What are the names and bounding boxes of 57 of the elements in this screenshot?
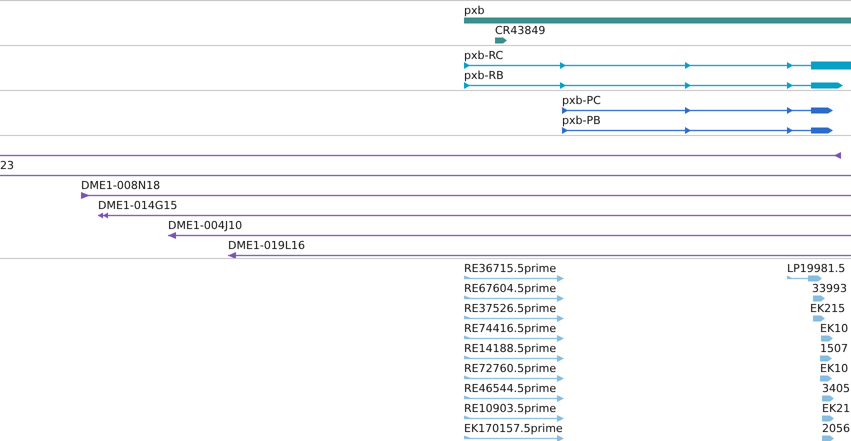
feature-label: 1507 bbox=[820, 342, 848, 354]
feature-label: RE37526.5prime bbox=[464, 302, 556, 314]
feature-label: RE10903.5prime bbox=[464, 402, 556, 414]
est-glyph[interactable] bbox=[464, 415, 564, 422]
feature-label: pxb-PB bbox=[562, 114, 601, 126]
transcript-glyph[interactable] bbox=[464, 62, 851, 70]
clone-glyph[interactable] bbox=[0, 152, 841, 159]
gene-glyph[interactable] bbox=[495, 38, 507, 44]
est-glyph[interactable] bbox=[813, 316, 825, 322]
feature-label: CR43849 bbox=[495, 24, 546, 36]
feature-label: RE74416.5prime bbox=[464, 322, 556, 334]
feature-label: 33993 bbox=[812, 282, 847, 294]
feature-label: EK10 bbox=[820, 322, 848, 334]
est-glyph[interactable] bbox=[820, 356, 832, 362]
feature-label: EK170157.5prime bbox=[464, 422, 563, 434]
transcript-glyph[interactable] bbox=[562, 107, 833, 114]
transcript-glyph[interactable] bbox=[464, 82, 843, 89]
est-glyph[interactable] bbox=[464, 375, 564, 382]
est-glyph[interactable] bbox=[813, 296, 825, 302]
feature-label: DME1-008N18 bbox=[81, 178, 160, 192]
feature-label: LP19981.5 bbox=[787, 262, 846, 274]
feature-label: RE46544.5prime bbox=[464, 382, 556, 394]
est-glyph[interactable] bbox=[822, 396, 834, 402]
est-glyph[interactable] bbox=[822, 416, 834, 422]
est-glyph[interactable] bbox=[787, 276, 822, 282]
feature-label: pxb-PC bbox=[562, 94, 601, 106]
feature-label: pxb-RB bbox=[464, 68, 504, 82]
est-glyph[interactable] bbox=[464, 435, 564, 441]
est-glyph[interactable] bbox=[464, 275, 564, 282]
est-glyph[interactable] bbox=[464, 335, 564, 342]
feature-label: DME1-004J10 bbox=[168, 218, 242, 232]
clone-glyph[interactable] bbox=[168, 232, 851, 239]
clone-glyph[interactable] bbox=[81, 192, 851, 199]
est-glyph[interactable] bbox=[820, 376, 832, 382]
feature-label: pxb-RC bbox=[464, 48, 504, 62]
feature-label: pxb bbox=[464, 4, 484, 16]
est-glyph[interactable] bbox=[464, 395, 564, 402]
feature-label: DME1-019L16 bbox=[228, 238, 305, 252]
est-glyph[interactable] bbox=[464, 295, 564, 302]
est-glyph[interactable] bbox=[464, 315, 564, 322]
feature-label: RE14188.5prime bbox=[464, 342, 556, 354]
feature-label: RE36715.5prime bbox=[464, 262, 556, 274]
clone-glyph[interactable] bbox=[98, 212, 851, 218]
est-glyph[interactable] bbox=[822, 436, 834, 441]
est-glyph[interactable] bbox=[821, 336, 833, 342]
feature-label: 2056 bbox=[822, 422, 850, 434]
feature-label: DME1-014G15 bbox=[98, 198, 178, 212]
feature-label: 23 bbox=[0, 158, 14, 172]
feature-label: 3405 bbox=[822, 382, 850, 394]
feature-label: EK215 bbox=[810, 302, 846, 314]
est-glyph[interactable] bbox=[464, 355, 564, 362]
clone-glyph[interactable] bbox=[228, 252, 851, 258]
transcript-glyph[interactable] bbox=[562, 127, 833, 134]
feature-label: EK10 bbox=[820, 362, 848, 374]
feature-label: RE67604.5prime bbox=[464, 282, 556, 294]
feature-label: EK21 bbox=[822, 402, 850, 414]
feature-label: RE72760.5prime bbox=[464, 362, 556, 374]
